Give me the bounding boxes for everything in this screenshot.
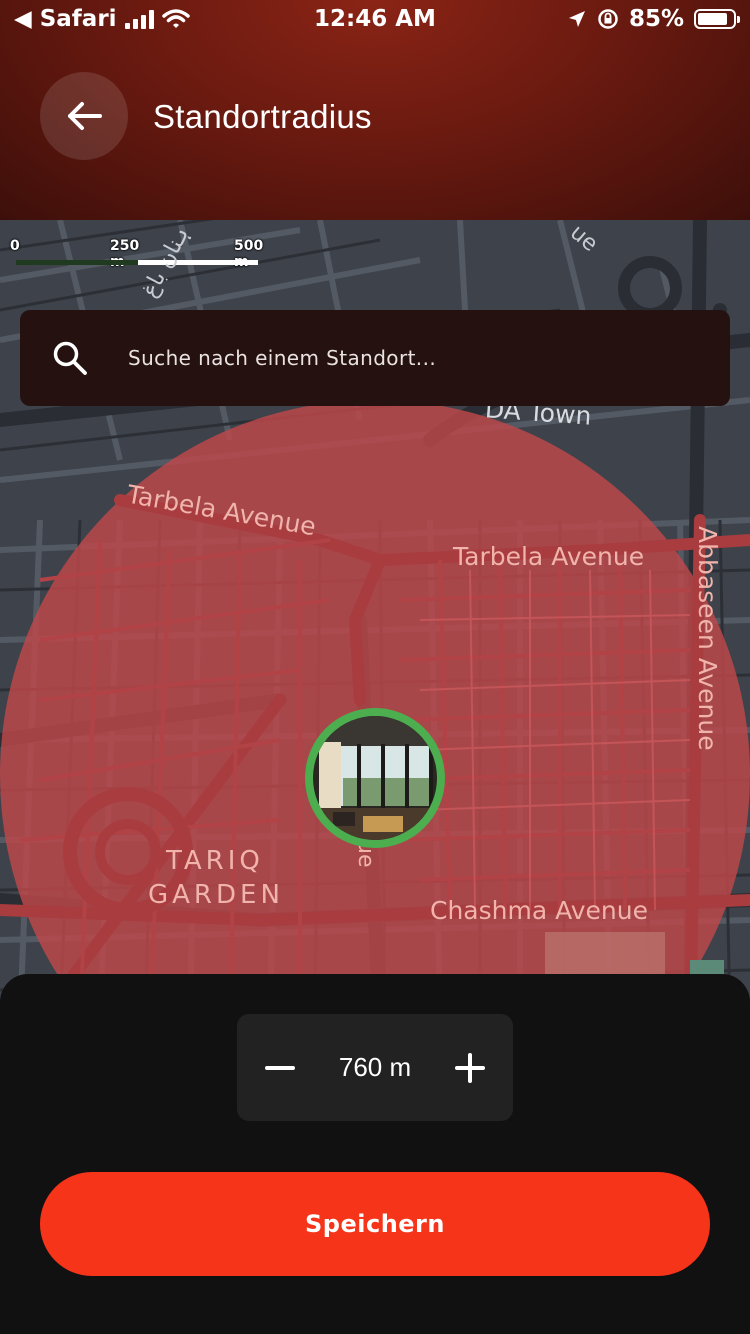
page-title: Standortradius [153, 98, 372, 135]
location-arrow-icon [568, 11, 585, 27]
search-bar[interactable]: Suche nach einem Standort... [20, 310, 730, 406]
search-icon [53, 341, 87, 375]
location-photo [313, 716, 437, 840]
minus-icon [265, 1065, 295, 1070]
status-bar: ◀ Safari 12:46 AM 85% [0, 0, 750, 40]
location-pin[interactable] [305, 708, 445, 848]
back-button[interactable] [40, 72, 128, 160]
increase-radius-button[interactable] [427, 1014, 513, 1121]
battery-icon [694, 9, 740, 29]
map-label-garden: GARDEN [148, 880, 284, 910]
save-button[interactable]: Speichern [40, 1172, 710, 1276]
map-label-abbaseen: Abbaseen Avenue [693, 526, 722, 751]
radius-stepper: 760 m [237, 1014, 513, 1121]
arrow-left-icon [68, 102, 102, 130]
scale-mid: 250 m [110, 238, 140, 270]
rotation-lock-icon [598, 9, 618, 29]
radius-value: 760 m [338, 1052, 412, 1082]
map-label-chashma: Chashma Avenue [430, 896, 648, 925]
plus-icon [454, 1052, 485, 1083]
status-right: 85% [567, 6, 740, 32]
header-bar: ◀ Safari 12:46 AM 85% Standortradius [0, 0, 750, 220]
battery-percent: 85% [628, 6, 684, 32]
scale-bar-first [16, 260, 138, 265]
bottom-sheet: 760 m Speichern [0, 974, 750, 1334]
map-label-tariq: TARIQ [166, 846, 264, 876]
map-label-tarbela-2: Tarbela Avenue [453, 542, 645, 571]
scale-max: 500 m [234, 238, 264, 270]
scale-zero: 0 [10, 238, 20, 254]
decrease-radius-button[interactable] [237, 1014, 323, 1121]
search-input[interactable]: Suche nach einem Standort... [128, 346, 436, 370]
